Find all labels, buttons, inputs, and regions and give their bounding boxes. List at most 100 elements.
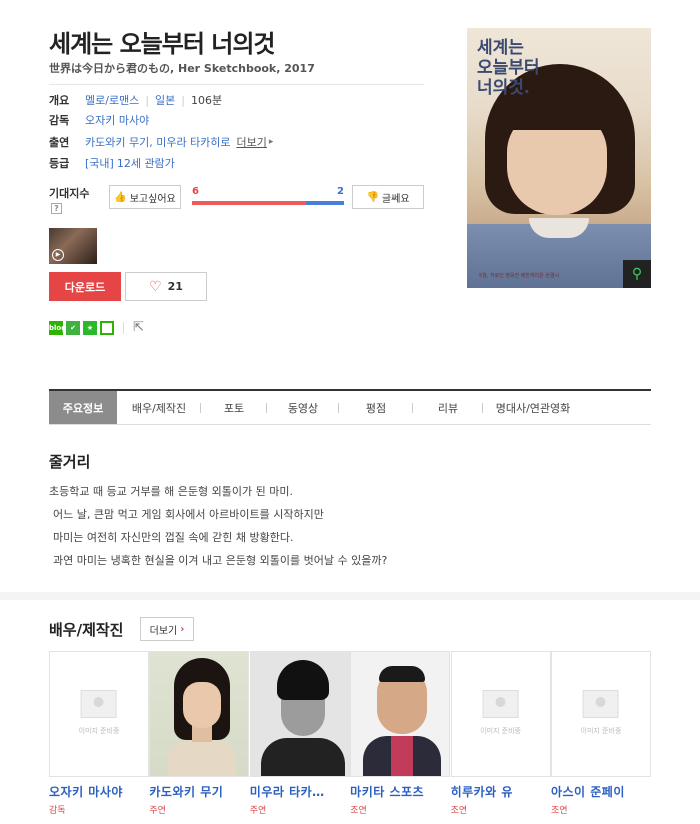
play-icon: ▶ <box>52 249 64 261</box>
section-divider <box>0 592 700 600</box>
no-image-text: 이미지 준비중 <box>78 727 120 735</box>
no-image-placeholder: 이미지 준비중 <box>450 651 551 777</box>
image-placeholder-icon <box>81 690 117 718</box>
keep-share-icon[interactable] <box>100 320 114 335</box>
tab-label: 리뷰 <box>437 401 459 415</box>
cast-role: 조연 <box>450 806 468 816</box>
synopsis-line: 초등학교 때 등교 거부를 해 은둔형 외톨이가 된 마미. <box>49 485 293 498</box>
thumbs-up-icon: 👍 <box>114 191 127 203</box>
tab-video[interactable]: 동영상 <box>267 391 339 424</box>
download-button[interactable]: 다운로드 <box>49 272 121 301</box>
tab-cast-crew[interactable]: 배우/제작진 <box>117 391 201 424</box>
cast-name[interactable]: 미우라 타카… <box>250 783 350 800</box>
cast-card[interactable]: 카도와키 무기 주연 <box>149 651 250 816</box>
cast-card[interactable]: 이미지 준비중 히루카와 유 조연 <box>450 651 551 816</box>
tab-review[interactable]: 리뷰 <box>413 391 483 424</box>
tab-label: 동영상 <box>287 401 319 415</box>
share-bar: blog ✔ ★ ⇱ <box>49 320 144 335</box>
separator: | <box>181 93 185 107</box>
expectation-gauge <box>192 201 344 205</box>
cast-card[interactable]: 이미지 준비중 오자키 마사야 감독 <box>49 651 149 816</box>
director-label: 감독 <box>49 114 70 127</box>
cast-more-label: 더보기 <box>149 625 178 637</box>
title-divider <box>49 84 424 85</box>
trailer-thumbnail[interactable]: ▶ <box>49 228 97 264</box>
cast-name[interactable]: 카도와키 무기 <box>149 783 249 800</box>
cast-row: 출연 카도와키 무기, 미우라 타카히로 더보기 ▸ <box>49 134 273 150</box>
tab-label: 명대사/연관영화 <box>495 401 571 415</box>
genre-link[interactable]: 멜로/로맨스 <box>85 92 139 108</box>
cafe-share-icon[interactable]: ✔ <box>66 320 80 335</box>
cast-photo <box>350 651 451 777</box>
thumbs-down-icon: 👎 <box>366 191 379 203</box>
like-count: 21 <box>167 280 183 293</box>
meh-button[interactable]: 👎 글쎄요 <box>352 185 424 209</box>
cast-name[interactable]: 오자키 마사야 <box>49 783 149 800</box>
director-link[interactable]: 오자키 마사야 <box>85 112 149 128</box>
cast-role: 감독 <box>49 806 66 816</box>
poster-title-line: 너의것. <box>477 78 530 98</box>
synopsis-line: 어느 날, 큰맘 먹고 게임 회사에서 아르바이트를 시작하지만 <box>53 508 324 521</box>
expectation-label: 기대지수? <box>49 185 97 214</box>
want-to-see-button[interactable]: 👍 보고싶어요 <box>109 185 181 209</box>
tab-label: 주요정보 <box>62 401 104 415</box>
synopsis-line: 마미는 여전히 자신만의 껍질 속에 갇힌 채 방황한다. <box>53 531 294 544</box>
blog-share-icon[interactable]: blog <box>49 320 66 335</box>
synopsis-text: 초등학교 때 등교 거부를 해 은둔형 외톨이가 된 마미. 어느 날, 큰맘 … <box>49 480 387 572</box>
no-image-placeholder: 이미지 준비중 <box>550 651 651 777</box>
cast-card[interactable]: 미우라 타카… 주연 <box>249 651 350 816</box>
image-placeholder-icon <box>582 690 619 718</box>
no-image-text: 이미지 준비중 <box>580 727 622 735</box>
bookmark-share-icon[interactable]: ★ <box>83 320 97 335</box>
cast-role: 조연 <box>350 806 367 816</box>
synopsis-line: 과연 마미는 냉혹한 현실을 이겨 내고 은둔형 외톨이를 벗어날 수 있을까? <box>53 554 388 567</box>
chevron-right-icon: › <box>180 623 185 635</box>
cast-more-button[interactable]: 더보기 › <box>140 617 194 641</box>
poster-tagline: 5월, 히로인 영웅전 에반게리온 완결시 <box>479 273 560 279</box>
tab-label: 평점 <box>365 401 387 415</box>
tab-quotes-related[interactable]: 명대사/연관영화 <box>483 391 583 424</box>
cast-photo <box>249 651 350 777</box>
tab-main-info[interactable]: 주요정보 <box>49 391 117 424</box>
synopsis-heading: 줄거리 <box>49 453 91 471</box>
rating-row: 등급 [국내] 12세 관람가 <box>49 155 175 171</box>
runtime-text: 106분 <box>191 94 223 107</box>
zoom-icon[interactable]: ⚲ <box>623 260 651 288</box>
cast-links[interactable]: 카도와키 무기, 미우라 타카히로 <box>85 134 231 150</box>
meh-count: 2 <box>337 186 344 197</box>
like-button[interactable]: ♡ 21 <box>125 272 207 301</box>
tab-photo[interactable]: 포토 <box>201 391 267 424</box>
heart-icon: ♡ <box>149 278 162 295</box>
want-count: 6 <box>192 186 199 197</box>
expectation-gauge-fill <box>192 201 306 205</box>
cast-name[interactable]: 아스이 준페이 <box>551 783 651 800</box>
separator: | <box>145 93 150 107</box>
rating-prefix: [국내] <box>85 157 114 170</box>
cast-role: 주연 <box>249 806 267 816</box>
cast-role: 조연 <box>550 806 568 816</box>
cast-label: 출연 <box>49 136 70 149</box>
cast-crew-heading: 배우/제작진 <box>49 621 124 639</box>
poster-title-line: 오늘부터 <box>477 58 540 78</box>
tab-rating[interactable]: 평점 <box>339 391 413 424</box>
country-link[interactable]: 일본 <box>155 92 175 108</box>
cast-card[interactable]: 이미지 준비중 아스이 준페이 조연 <box>550 651 651 816</box>
overview-label: 개요 <box>49 94 70 107</box>
help-icon[interactable]: ? <box>51 202 62 214</box>
tab-label: 포토 <box>223 401 245 415</box>
movie-poster[interactable]: 세계는 오늘부터 너의것. 5월, 히로인 영웅전 에반게리온 완결시 ⚲ <box>467 28 651 288</box>
meh-label: 글쎄요 <box>381 193 410 205</box>
page-title: 세계는 오늘부터 너의것 <box>49 30 276 58</box>
rating-link[interactable]: 12세 관람가 <box>117 155 175 171</box>
expectation-label-text: 기대지수 <box>49 186 90 200</box>
cast-role: 주연 <box>149 806 166 816</box>
no-image-text: 이미지 준비중 <box>480 727 521 735</box>
tab-bar: 주요정보 배우/제작진 포토 동영상 평점 리뷰 명대사/연관영화 <box>49 389 651 425</box>
cast-list: 이미지 준비중 오자키 마사야 감독 카도와키 무기 주연 미우라 타카… 주연… <box>49 651 651 816</box>
cast-name[interactable]: 히루카와 유 <box>451 783 551 800</box>
no-image-placeholder: 이미지 준비중 <box>49 651 149 777</box>
cast-card[interactable]: 마키타 스포츠 조연 <box>350 651 451 816</box>
share-icon[interactable]: ⇱ <box>133 320 144 335</box>
cast-more-link[interactable]: 더보기 <box>237 134 267 150</box>
cast-name[interactable]: 마키타 스포츠 <box>350 783 450 800</box>
